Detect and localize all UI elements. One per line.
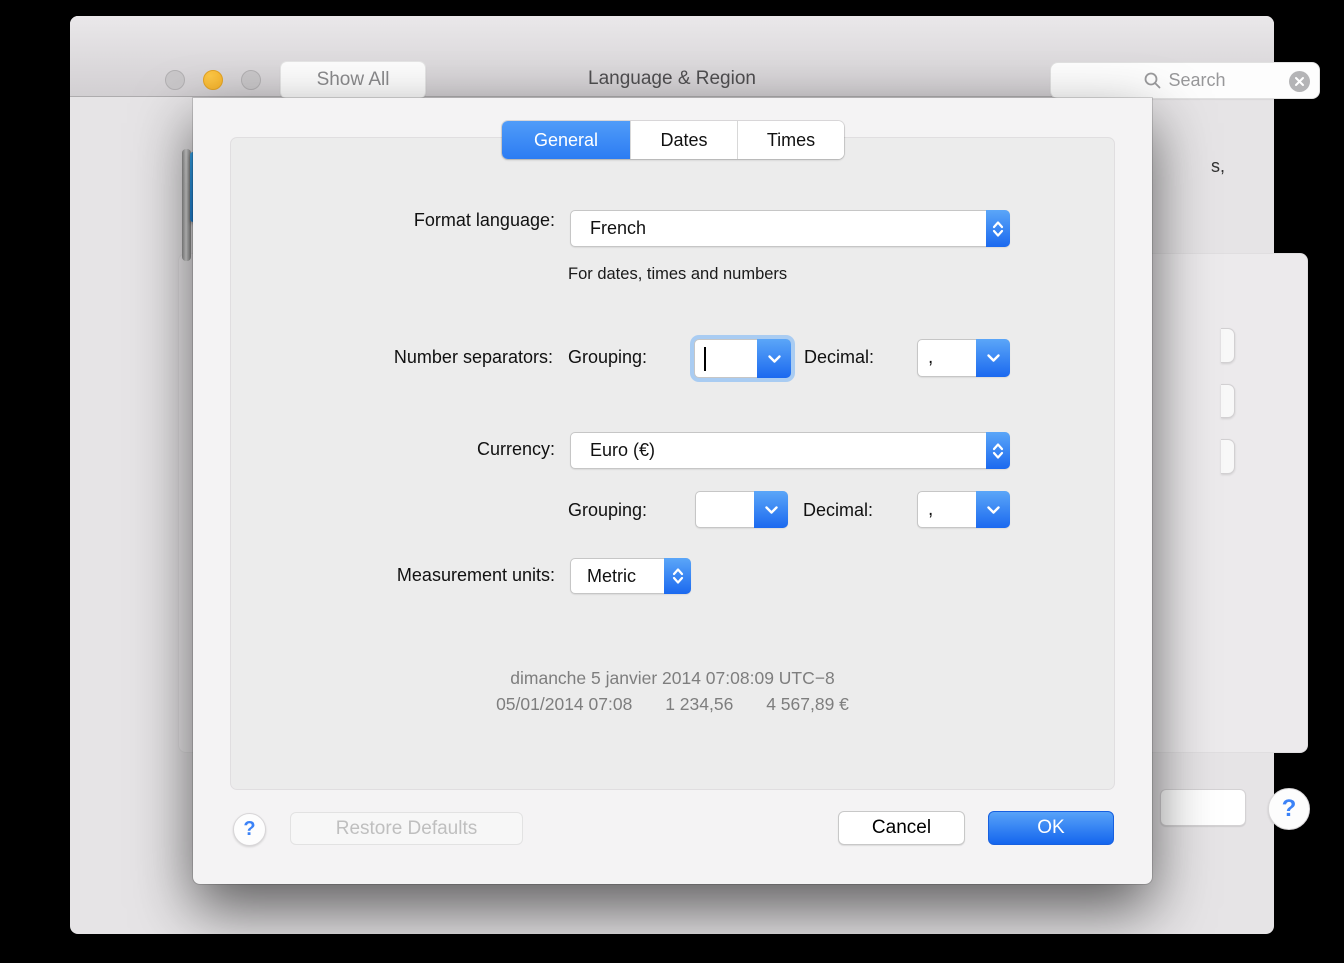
search-placeholder: Search	[1168, 70, 1225, 91]
measurement-units-value: Metric	[571, 566, 636, 587]
search-icon	[1144, 72, 1161, 89]
restore-defaults-button[interactable]: Restore Defaults	[290, 812, 523, 845]
currency-decimal-combo[interactable]: ,	[917, 491, 1010, 528]
search-input[interactable]: Search	[1050, 62, 1320, 99]
chevron-down-icon	[976, 491, 1010, 528]
currency-label: Currency:	[255, 439, 555, 460]
text-cursor	[704, 347, 706, 371]
number-separators-label: Number separators:	[253, 347, 553, 368]
tab-times[interactable]: Times	[737, 121, 844, 159]
measurement-units-select[interactable]: Metric	[570, 558, 691, 594]
titlebar: Show All Language & Region Search	[70, 16, 1274, 97]
currency-select[interactable]: Euro (€)	[570, 432, 1010, 469]
clipped-text-fragment: s,	[1211, 156, 1225, 177]
decimal-label: Decimal:	[804, 347, 874, 368]
chevron-down-icon	[976, 339, 1010, 377]
format-language-value: French	[571, 218, 646, 239]
preview-currency: 4 567,89 €	[766, 694, 849, 714]
currency-decimal-label: Decimal:	[803, 500, 873, 521]
language-region-sheet: General Dates Times Format language: Fre…	[193, 98, 1152, 884]
number-decimal-value: ,	[918, 347, 933, 369]
chevron-up-down-icon	[664, 558, 691, 594]
currency-grouping-label: Grouping:	[568, 500, 647, 521]
currency-value: Euro (€)	[571, 440, 655, 461]
clear-search-icon[interactable]	[1289, 71, 1310, 92]
grouping-label: Grouping:	[568, 347, 647, 368]
chevron-down-icon	[754, 491, 788, 528]
hidden-button-stub[interactable]	[1221, 439, 1235, 474]
format-language-select[interactable]: French	[570, 210, 1010, 247]
preview-date: 05/01/2014 07:08	[496, 694, 632, 714]
cancel-button[interactable]: Cancel	[838, 811, 965, 845]
number-decimal-combo[interactable]: ,	[917, 339, 1010, 377]
hidden-button-stub[interactable]	[1221, 328, 1235, 363]
window-help-button[interactable]: ?	[1268, 788, 1310, 830]
measurement-units-label: Measurement units:	[255, 565, 555, 586]
format-language-label: Format language:	[255, 210, 555, 231]
currency-grouping-combo[interactable]	[695, 491, 788, 528]
hidden-button-partial[interactable]	[1160, 789, 1246, 826]
tab-dates[interactable]: Dates	[630, 121, 737, 159]
number-grouping-combo[interactable]	[694, 339, 791, 378]
chevron-down-icon	[757, 339, 791, 378]
ok-button[interactable]: OK	[988, 811, 1114, 845]
chevron-up-down-icon	[986, 210, 1010, 247]
preview-number: 1 234,56	[665, 694, 733, 714]
format-preview-line2: 05/01/2014 07:08 1 234,56 4 567,89 €	[230, 694, 1115, 715]
currency-decimal-value: ,	[918, 499, 933, 521]
format-language-hint: For dates, times and numbers	[568, 265, 787, 284]
tab-bar: General Dates Times	[502, 121, 844, 159]
chevron-up-down-icon	[986, 432, 1010, 469]
hidden-button-stub[interactable]	[1221, 384, 1235, 418]
format-preview-line1: dimanche 5 janvier 2014 07:08:09 UTC−8	[230, 668, 1115, 689]
tab-general[interactable]: General	[502, 121, 630, 159]
sheet-help-button[interactable]: ?	[233, 813, 266, 846]
